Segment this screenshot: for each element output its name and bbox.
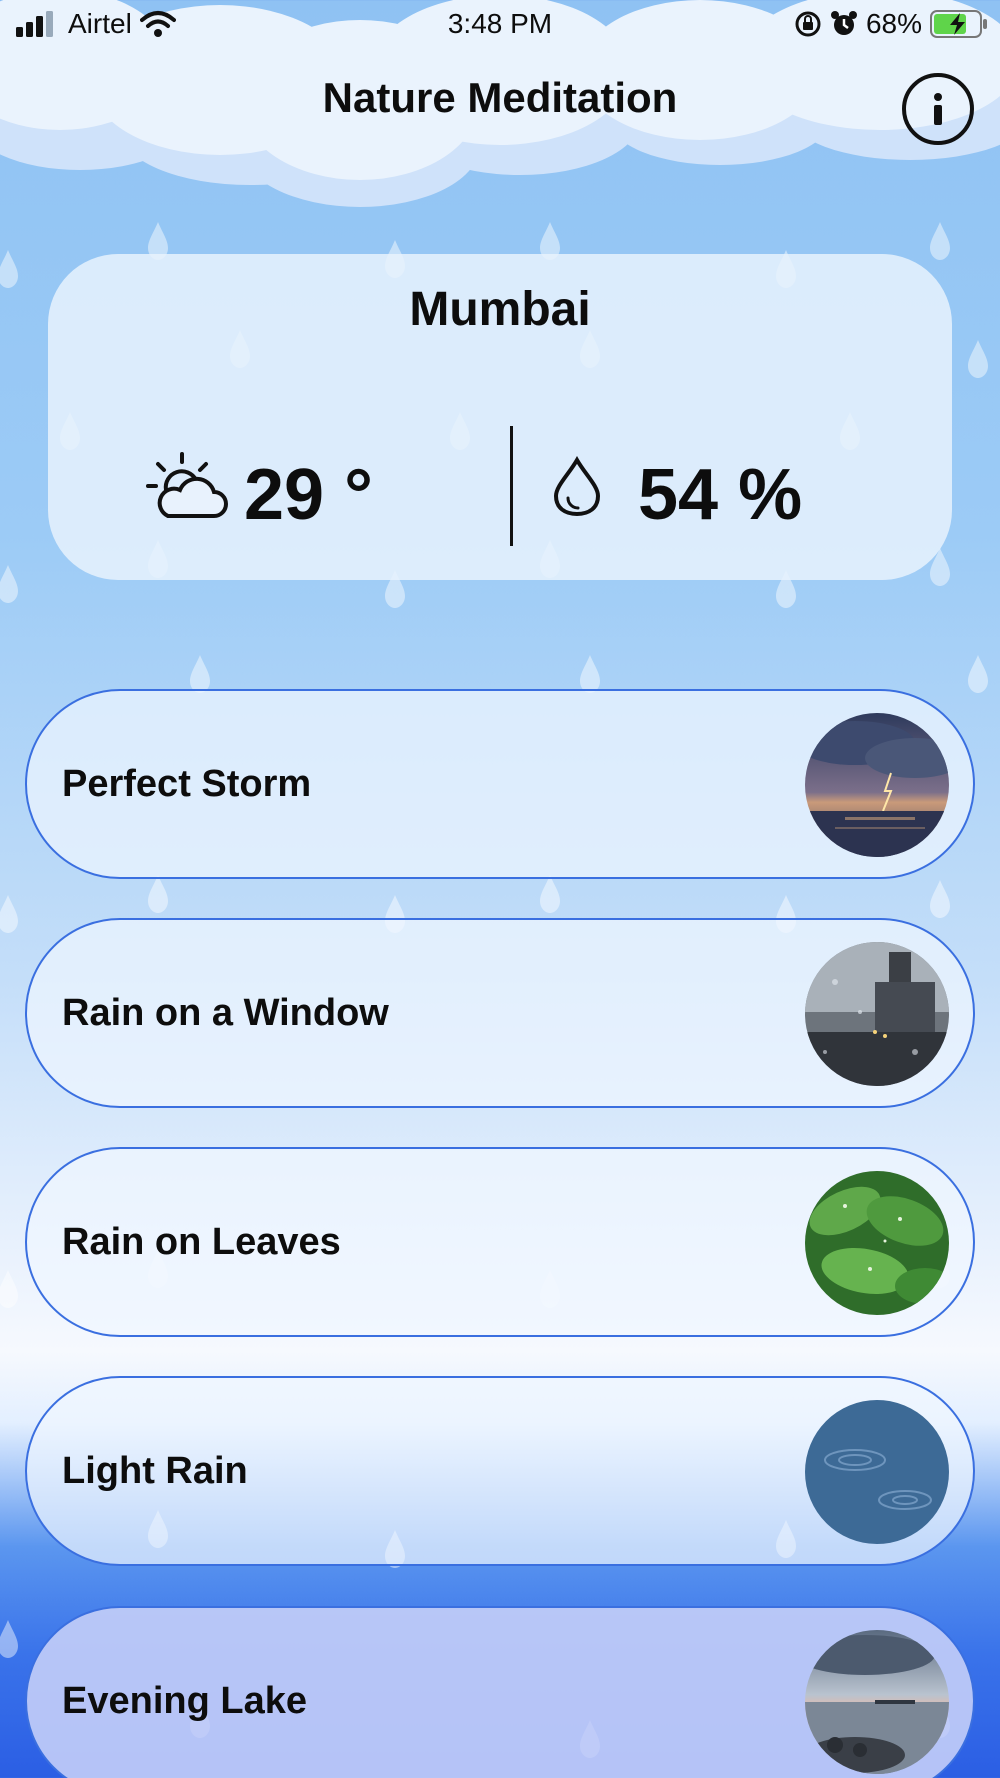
sound-label: Evening Lake <box>62 1680 307 1722</box>
sound-label: Rain on Leaves <box>62 1221 341 1263</box>
sound-label: Perfect Storm <box>62 763 312 805</box>
status-bar: Airtel 3:48 PM 68% <box>0 0 1000 50</box>
alarm-icon <box>830 11 857 35</box>
sound-item-rain-on-a-window[interactable]: Rain on a Window <box>25 918 975 1108</box>
orientation-lock-icon <box>795 11 821 37</box>
rain-window-image <box>805 942 949 1086</box>
sound-label: Light Rain <box>62 1450 248 1492</box>
battery-charging-icon <box>930 10 987 38</box>
card-divider <box>510 426 513 546</box>
sun-cloud-icon <box>146 452 228 518</box>
battery-percent: 68% <box>865 8 922 39</box>
city-name: Mumbai <box>409 283 591 336</box>
light-rain-water-image <box>805 1400 949 1544</box>
sound-item-light-rain[interactable]: Light Rain <box>25 1376 975 1566</box>
sound-label: Rain on a Window <box>62 992 389 1034</box>
app-title: Nature Meditation <box>322 74 678 121</box>
sound-item-perfect-storm[interactable]: Perfect Storm <box>25 689 975 879</box>
sound-item-evening-lake[interactable]: Evening Lake <box>25 1606 975 1778</box>
weather-card: Mumbai 29 ° 54 % <box>48 254 952 580</box>
temperature-value: 29 ° <box>244 455 373 535</box>
water-drop-icon <box>553 456 601 517</box>
storm-lightning-image <box>805 713 949 857</box>
rain-leaves-image <box>805 1171 949 1315</box>
humidity-value: 54 % <box>638 455 803 535</box>
sound-item-rain-on-leaves[interactable]: Rain on Leaves <box>25 1147 975 1337</box>
info-button[interactable] <box>902 73 974 145</box>
info-icon <box>934 93 942 125</box>
evening-lake-image <box>805 1630 949 1774</box>
